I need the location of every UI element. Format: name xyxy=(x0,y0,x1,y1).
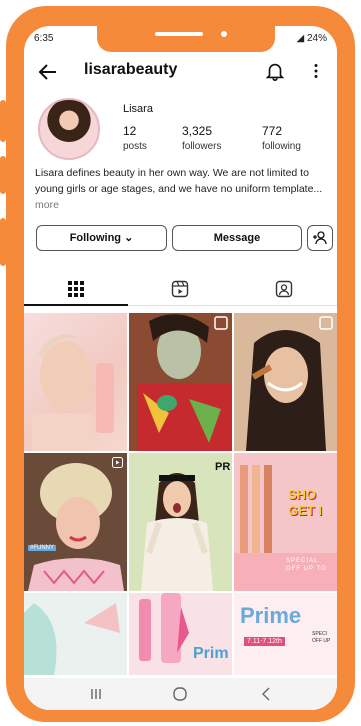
funny-tag: #FUNNY xyxy=(28,545,57,551)
post-thumbnail[interactable] xyxy=(24,593,127,675)
phone-screen: 6:35 ◢ 24% lisarabeauty Lisara 12 posts 3… xyxy=(24,26,337,710)
suggest-people-button[interactable] xyxy=(307,225,333,251)
message-button[interactable]: Message xyxy=(172,225,302,251)
bell-icon[interactable] xyxy=(264,60,286,82)
post-thumbnail[interactable] xyxy=(234,313,337,451)
profile-username: lisarabeauty xyxy=(84,61,178,78)
back-arrow-icon[interactable] xyxy=(36,60,60,84)
special-offer-text: SPECIAL OFF UP TO xyxy=(286,558,327,572)
more-options-icon[interactable] xyxy=(308,60,324,82)
stat-following[interactable]: 772 following xyxy=(262,124,301,152)
profile-top-bar: lisarabeauty xyxy=(24,58,337,88)
profile-tabs xyxy=(24,272,337,306)
posts-grid: #FUNNY PR SHO GET I SPECIAL OFF UP TO Prim… xyxy=(24,313,337,675)
prime-text: Prime xyxy=(240,603,302,628)
prime-dates-text: 7.11-7.12th xyxy=(244,637,285,646)
android-nav-bar xyxy=(24,678,337,710)
prime-short-text: Prim xyxy=(193,645,229,662)
post-thumbnail[interactable]: PR xyxy=(129,453,232,591)
home-icon[interactable] xyxy=(170,684,190,704)
tab-posts-grid[interactable] xyxy=(24,272,128,306)
avatar[interactable] xyxy=(38,98,100,160)
signal-icon: ◢ xyxy=(296,33,307,44)
reels-icon xyxy=(171,280,189,298)
back-nav-icon[interactable] xyxy=(256,684,276,704)
profile-bio: Lisara defines beauty in her own way. We… xyxy=(35,167,323,211)
post-thumbnail[interactable]: Prim xyxy=(129,593,232,675)
tab-reels[interactable] xyxy=(128,272,232,306)
tab-tagged[interactable] xyxy=(232,272,337,306)
pr-text: PR xyxy=(215,461,231,473)
status-time: 6:35 xyxy=(34,33,54,44)
add-person-icon xyxy=(313,231,327,245)
display-name: Lisara xyxy=(123,103,153,115)
recent-apps-icon[interactable] xyxy=(86,684,106,704)
post-thumbnail[interactable]: Prime 7.11-7.12th SPECI OFF UP xyxy=(234,593,337,675)
reel-icon xyxy=(112,457,123,468)
chevron-down-icon: ⌄ xyxy=(124,232,134,244)
phone-notch xyxy=(97,18,275,52)
stat-followers[interactable]: 3,325 followers xyxy=(182,124,221,152)
post-thumbnail[interactable]: #FUNNY xyxy=(24,453,127,591)
tagged-person-icon xyxy=(275,280,293,298)
stat-posts[interactable]: 12 posts xyxy=(123,124,147,152)
post-thumbnail[interactable] xyxy=(129,313,232,451)
following-button[interactable]: Following ⌄ xyxy=(36,225,167,251)
grid-icon xyxy=(68,281,84,297)
post-thumbnail[interactable]: SHO GET I SPECIAL OFF UP TO xyxy=(234,453,337,591)
prime-special-text: SPECI OFF UP xyxy=(312,631,331,644)
shop-text: SHO GET I xyxy=(288,487,322,518)
post-thumbnail[interactable] xyxy=(24,313,127,451)
bio-more-link[interactable]: more xyxy=(35,199,59,211)
status-battery: ◢ 24% xyxy=(296,33,327,44)
